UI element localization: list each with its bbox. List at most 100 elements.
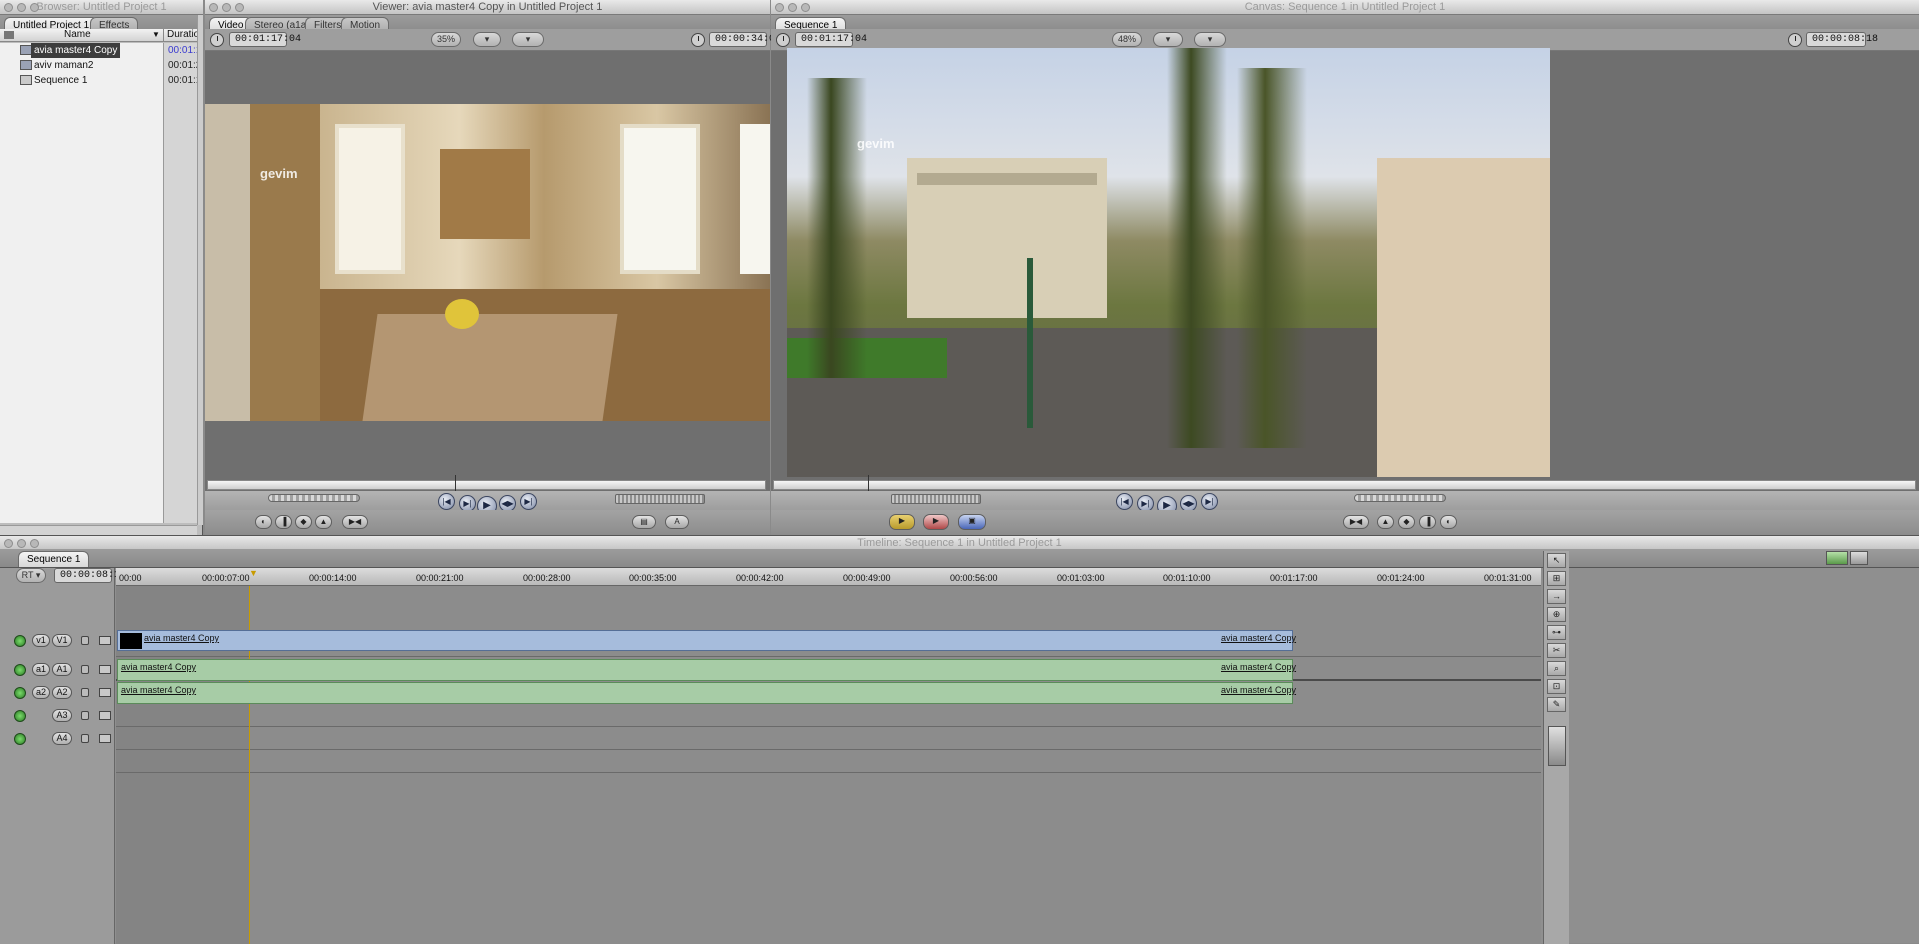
- source-patch-a2[interactable]: a2: [32, 686, 50, 699]
- column-name[interactable]: Name: [64, 29, 91, 40]
- lock-icon[interactable]: [81, 665, 89, 674]
- viewer-scrubber[interactable]: [207, 475, 766, 491]
- dest-patch-v1[interactable]: V1: [52, 634, 72, 647]
- browser-list[interactable]: avia master4 Copy 00:01:1 aviv maman2 00…: [0, 43, 201, 523]
- match-frame-button[interactable]: ◐: [255, 515, 272, 529]
- razor-tool-icon[interactable]: ✂: [1547, 643, 1566, 658]
- clip-a1[interactable]: avia master4 Copy avia master4 Copy: [117, 659, 1296, 681]
- prev-edit-button[interactable]: |◀: [438, 493, 455, 510]
- browser-titlebar[interactable]: Browser: Untitled Project 1: [0, 0, 203, 15]
- source-patch-a1[interactable]: a1: [32, 663, 50, 676]
- browser-vscroll[interactable]: [197, 15, 203, 525]
- rt-popup[interactable]: RT ▾: [16, 568, 46, 583]
- mark-clip-button[interactable]: ▐: [1419, 515, 1436, 529]
- add-keyframe-button[interactable]: ◆: [1398, 515, 1415, 529]
- close-dot[interactable]: [775, 3, 784, 12]
- roll-tool-icon[interactable]: ⊕: [1547, 607, 1566, 622]
- canvas-playhead[interactable]: [868, 475, 869, 491]
- match-frame-button[interactable]: ◐: [1440, 515, 1457, 529]
- canvas-video-frame[interactable]: gevim: [787, 48, 1550, 477]
- overlay-popup[interactable]: ▾: [1194, 32, 1226, 47]
- add-marker-button[interactable]: ▲: [1377, 515, 1394, 529]
- mark-in-out-button[interactable]: ▶◀: [1343, 515, 1369, 529]
- viewer-titlebar[interactable]: Viewer: avia master4 Copy in Untitled Pr…: [205, 0, 770, 15]
- list-item[interactable]: avia master4 Copy 00:01:1: [0, 43, 201, 58]
- column-duration[interactable]: Duratio: [163, 29, 199, 42]
- window-controls[interactable]: [209, 3, 244, 12]
- next-edit-button[interactable]: ▶|: [1201, 493, 1218, 510]
- viewer-video-frame[interactable]: gevim: [205, 104, 770, 421]
- auto-select-icon[interactable]: [99, 734, 111, 743]
- timeline-current-tc[interactable]: 00:00:08:18: [54, 568, 126, 583]
- track-audible-toggle[interactable]: [14, 687, 26, 699]
- zoom-dot[interactable]: [235, 3, 244, 12]
- prev-edit-button[interactable]: |◀: [1116, 493, 1133, 510]
- canvas-zoom-popup[interactable]: 48%: [1112, 32, 1142, 47]
- generator-popup[interactable]: A: [665, 515, 689, 529]
- canvas-jog-control[interactable]: [891, 494, 981, 504]
- window-controls[interactable]: [775, 3, 810, 12]
- track-audible-toggle[interactable]: [14, 710, 26, 722]
- auto-select-icon[interactable]: [99, 711, 111, 720]
- viewer-current-tc[interactable]: 00:00:34:05: [709, 32, 781, 47]
- canvas-shuttle-control[interactable]: [1354, 494, 1446, 502]
- canvas-titlebar[interactable]: Canvas: Sequence 1 in Untitled Project 1: [771, 0, 1919, 15]
- clip-a2[interactable]: avia master4 Copy avia master4 Copy: [117, 682, 1296, 704]
- tab-timeline-sequence[interactable]: Sequence 1: [18, 551, 90, 567]
- minimize-dot[interactable]: [17, 3, 26, 12]
- viewer-zoom-popup[interactable]: 35%: [431, 32, 461, 47]
- minimize-dot[interactable]: [17, 539, 26, 548]
- browser-hscroll[interactable]: [0, 525, 197, 535]
- linking-toggle[interactable]: [1850, 551, 1868, 565]
- overlay-popup[interactable]: ▾: [512, 32, 544, 47]
- clip-v1[interactable]: avia master4 Copy avia master4 Copy: [117, 630, 1296, 651]
- lock-icon[interactable]: [81, 688, 89, 697]
- lock-icon[interactable]: [81, 636, 89, 645]
- replace-edit-button[interactable]: ▣: [958, 514, 986, 530]
- auto-select-icon[interactable]: [99, 636, 111, 645]
- crop-tool-icon[interactable]: ⊡: [1547, 679, 1566, 694]
- window-controls[interactable]: [4, 539, 39, 548]
- close-dot[interactable]: [4, 539, 13, 548]
- minimize-dot[interactable]: [788, 3, 797, 12]
- overwrite-edit-button[interactable]: ▶: [923, 514, 949, 530]
- canvas-scrubber[interactable]: [773, 475, 1916, 491]
- selection-tool-icon[interactable]: ↖: [1547, 553, 1566, 568]
- zoom-dot[interactable]: [801, 3, 810, 12]
- view-mode-popup[interactable]: ▾: [1153, 32, 1183, 47]
- zoom-tool-icon[interactable]: ⌕: [1547, 661, 1566, 676]
- playhead-marker-icon[interactable]: ▼: [249, 568, 258, 578]
- slip-tool-icon[interactable]: ⊶: [1547, 625, 1566, 640]
- track-visibility-toggle[interactable]: [14, 635, 26, 647]
- mark-in-out-button[interactable]: ▶◀: [342, 515, 368, 529]
- mark-clip-button[interactable]: ▐: [275, 515, 292, 529]
- zoom-dot[interactable]: [30, 539, 39, 548]
- track-audible-toggle[interactable]: [14, 664, 26, 676]
- auto-select-icon[interactable]: [99, 665, 111, 674]
- dest-patch-a1[interactable]: A1: [52, 663, 72, 676]
- list-item[interactable]: Sequence 1 00:01:1: [0, 73, 201, 88]
- track-select-tool-icon[interactable]: →: [1547, 589, 1566, 604]
- canvas-current-tc[interactable]: 00:00:08:18: [1806, 32, 1878, 47]
- viewer-duration-field[interactable]: 00:01:17:04: [229, 32, 301, 47]
- view-mode-popup[interactable]: ▾: [473, 32, 501, 47]
- minimize-dot[interactable]: [222, 3, 231, 12]
- close-dot[interactable]: [4, 3, 13, 12]
- dest-patch-a4[interactable]: A4: [52, 732, 72, 745]
- list-item[interactable]: aviv maman2 00:01:2: [0, 58, 201, 73]
- track-audible-toggle[interactable]: [14, 733, 26, 745]
- column-options-icon[interactable]: [4, 31, 14, 39]
- window-controls[interactable]: [4, 3, 39, 12]
- edit-select-tool-icon[interactable]: ⊞: [1547, 571, 1566, 586]
- dest-patch-a2[interactable]: A2: [52, 686, 72, 699]
- lock-icon[interactable]: [81, 711, 89, 720]
- viewer-shuttle-control[interactable]: [268, 494, 360, 502]
- viewer-jog-control[interactable]: [615, 494, 705, 504]
- canvas-duration-field[interactable]: 00:01:17:04: [795, 32, 867, 47]
- auto-select-icon[interactable]: [99, 688, 111, 697]
- zoom-dot[interactable]: [30, 3, 39, 12]
- lock-icon[interactable]: [81, 734, 89, 743]
- sort-chevron-icon[interactable]: ▼: [152, 30, 160, 39]
- next-edit-button[interactable]: ▶|: [520, 493, 537, 510]
- add-marker-button[interactable]: ▲: [315, 515, 332, 529]
